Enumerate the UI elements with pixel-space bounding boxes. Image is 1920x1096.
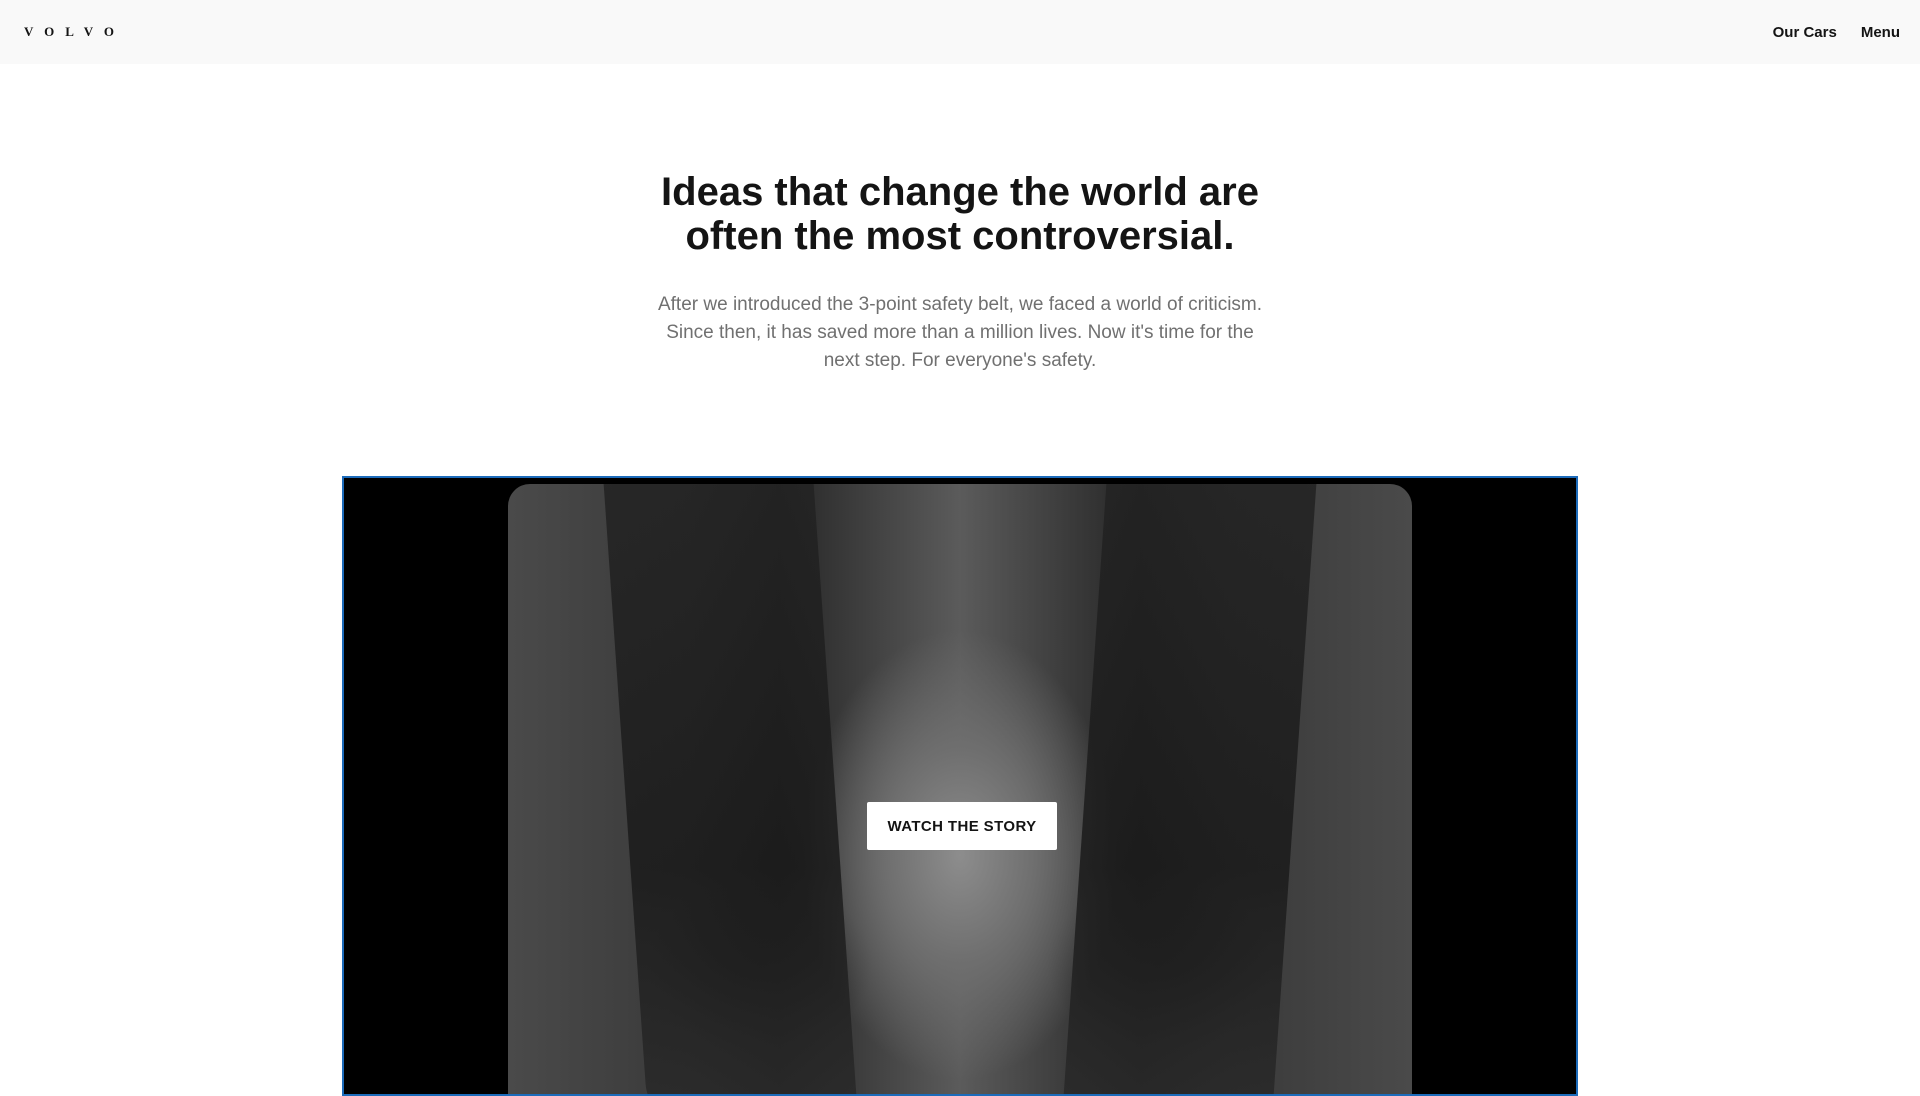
hero-headline: Ideas that change the world are often th… [661,170,1259,258]
poster-shade-right [1061,484,1317,1094]
volvo-logo[interactable]: VOLVO [24,24,125,40]
hero-section: Ideas that change the world are often th… [0,64,1920,375]
nav-our-cars[interactable]: Our Cars [1773,24,1837,41]
video-player[interactable]: WATCH THE STORY [342,476,1578,1096]
poster-shade-left [603,484,859,1094]
nav-menu[interactable]: Menu [1861,24,1900,41]
watch-story-button[interactable]: WATCH THE STORY [867,802,1057,850]
header-nav: Our Cars Menu [1773,24,1900,41]
site-header: VOLVO Our Cars Menu [0,0,1920,64]
video-poster-image [508,484,1412,1094]
hero-description: After we introduced the 3-point safety b… [657,294,1263,371]
